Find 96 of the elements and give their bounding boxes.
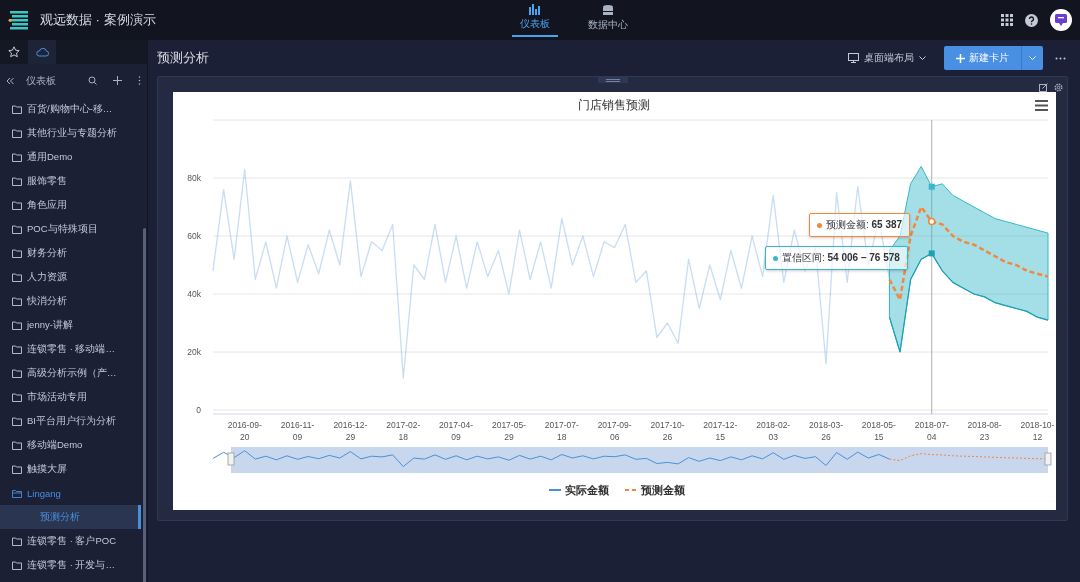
- folder-icon: [12, 272, 22, 282]
- x-tick-label: 2018-08-23: [967, 420, 1002, 442]
- x-tick-label: 2016-09-20: [227, 420, 262, 442]
- folder-icon: [12, 416, 22, 426]
- x-tick-label: 2017-04-09: [439, 420, 474, 442]
- legend-item[interactable]: 预测金额: [641, 484, 685, 496]
- nav-tab[interactable]: 数据中心: [580, 3, 636, 37]
- tooltip: 置信区间: 54 006 – 76 578: [765, 246, 908, 270]
- menu-icon[interactable]: [1035, 100, 1048, 111]
- x-tick-label: 2017-09-06: [597, 420, 632, 442]
- logo-icon: [8, 9, 30, 31]
- y-tick-label: 0: [196, 405, 201, 415]
- folder-item[interactable]: 人力资源: [0, 265, 141, 289]
- edit-icon[interactable]: [1039, 83, 1048, 92]
- folder-item[interactable]: 通用Demo: [0, 145, 141, 169]
- folder-item[interactable]: jenny-讲解: [0, 313, 141, 337]
- apps-grid-icon[interactable]: [1001, 14, 1013, 26]
- folder-item[interactable]: 百货/购物中心-移…: [0, 97, 141, 121]
- x-tick-label: 2017-07-18: [544, 420, 579, 442]
- x-tick-label: 2018-10-12: [1020, 420, 1055, 442]
- dashboard-item[interactable]: 预测分析: [0, 505, 141, 529]
- x-tick-label: 2016-11-09: [280, 420, 315, 442]
- x-tick-label: 2017-05-29: [491, 420, 526, 442]
- drag-handle[interactable]: [598, 77, 628, 83]
- x-tick-label: 2016-12-29: [333, 420, 368, 442]
- chevron-down-icon: [919, 55, 926, 61]
- y-tick-label: 80k: [187, 173, 201, 183]
- x-tick-label: 2018-02-03: [756, 420, 791, 442]
- nav-tab[interactable]: 仪表板: [512, 3, 558, 37]
- tooltip: 预测金额: 65 387: [809, 213, 911, 237]
- more-vertical-icon[interactable]: [138, 76, 141, 85]
- folder-icon: [12, 392, 22, 402]
- y-tick-label: 60k: [187, 231, 201, 241]
- folder-item[interactable]: 其他行业与专题分析: [0, 121, 141, 145]
- star-icon: [8, 46, 20, 58]
- database-icon: [602, 3, 614, 16]
- page-title: 预测分析: [157, 49, 209, 67]
- folder-item[interactable]: POC与特殊项目: [0, 217, 141, 241]
- folder-item[interactable]: 连锁零售 · 客户POC: [0, 529, 141, 553]
- folder-icon: [12, 440, 22, 450]
- folder-icon: [12, 152, 22, 162]
- folder-item[interactable]: 市场活动专用: [0, 385, 141, 409]
- settings-icon[interactable]: [1054, 83, 1063, 92]
- legend-item[interactable]: 实际金额: [565, 484, 609, 496]
- folder-item[interactable]: 触摸大屏: [0, 457, 141, 481]
- x-tick-label: 2018-07-04: [914, 420, 949, 442]
- x-tick-label: 2017-10-26: [650, 420, 685, 442]
- folder-icon: [12, 320, 22, 330]
- scrollbar[interactable]: [143, 228, 146, 582]
- user-avatar[interactable]: [1050, 9, 1072, 31]
- folder-item[interactable]: 财务分析: [0, 241, 141, 265]
- x-tick-label: 2017-02-18: [386, 420, 421, 442]
- layout-dropdown[interactable]: 桌面端布局: [848, 51, 926, 65]
- folder-icon: [12, 464, 22, 474]
- search-icon[interactable]: [88, 76, 97, 85]
- folder-icon: [12, 200, 22, 210]
- sidebar-tab[interactable]: [28, 40, 56, 64]
- chevron-down-icon: [1029, 55, 1036, 61]
- folder-icon: [12, 368, 22, 378]
- sidebar-title: 仪表板: [26, 73, 56, 88]
- y-tick-label: 20k: [187, 347, 201, 357]
- folder-item[interactable]: 移动端Demo: [0, 433, 141, 457]
- x-tick-label: 2018-05-15: [861, 420, 896, 442]
- folder-item[interactable]: 服饰零售: [0, 169, 141, 193]
- help-icon[interactable]: [1025, 13, 1038, 27]
- y-tick-label: 40k: [187, 289, 201, 299]
- folder-icon: [12, 560, 22, 570]
- bar-chart-icon: [529, 3, 541, 15]
- upper-marker: [928, 183, 935, 190]
- chart-title: 门店销售预测: [578, 98, 650, 112]
- folder-icon: [12, 176, 22, 186]
- app-title: 观远数据 · 案例演示: [40, 11, 157, 29]
- folder-item[interactable]: Lingang: [0, 481, 141, 505]
- folder-item[interactable]: 高级分析示例（产…: [0, 361, 141, 385]
- more-horizontal-icon: [1055, 56, 1066, 60]
- cloud-icon: [35, 47, 49, 57]
- folder-icon: [12, 224, 22, 234]
- folder-item[interactable]: 连锁零售 · 开发与…: [0, 553, 141, 577]
- folder-icon: [12, 344, 22, 354]
- plus-icon: [956, 53, 965, 63]
- folder-icon: [12, 104, 22, 114]
- x-tick-label: 2017-12-15: [703, 420, 738, 442]
- folder-icon: [12, 536, 22, 546]
- folder-icon: [12, 296, 22, 306]
- forecast-marker: [928, 217, 936, 226]
- folder-item[interactable]: 角色应用: [0, 193, 141, 217]
- collapse-icon[interactable]: [6, 76, 14, 85]
- folder-icon: [12, 488, 22, 498]
- folder-icon: [12, 128, 22, 138]
- plus-icon[interactable]: [113, 76, 122, 85]
- folder-icon: [12, 248, 22, 258]
- folder-item[interactable]: 快消分析: [0, 289, 141, 313]
- monitor-icon: [848, 53, 859, 63]
- x-tick-label: 2018-03-26: [809, 420, 844, 442]
- folder-item[interactable]: 连锁零售 · 移动端…: [0, 337, 141, 361]
- folder-item[interactable]: BI平台用户行为分析: [0, 409, 141, 433]
